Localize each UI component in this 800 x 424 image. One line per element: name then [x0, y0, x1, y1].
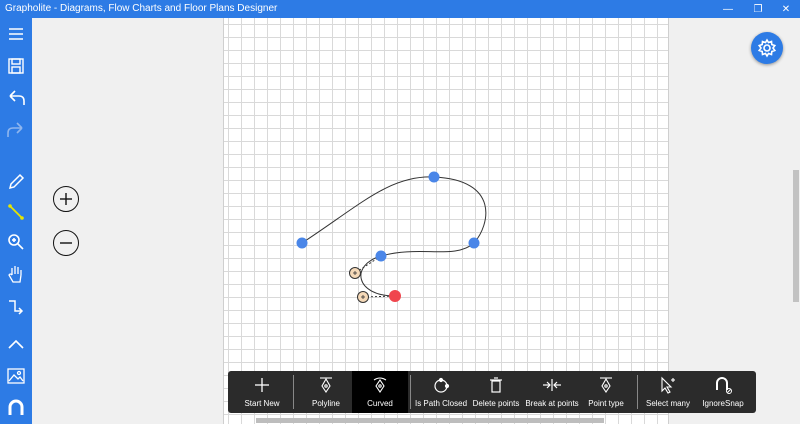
is-path-closed-button[interactable]: Is Path Closed: [414, 371, 468, 413]
curved-pen-icon: [373, 377, 387, 393]
break-at-points-button[interactable]: Break at points: [524, 371, 580, 413]
minimize-button[interactable]: —: [714, 0, 742, 18]
horizontal-scrollbar[interactable]: [32, 416, 792, 424]
toolbar-label: Polyline: [311, 399, 340, 408]
connector-icon: [9, 300, 24, 315]
toolbar-label: Break at points: [525, 399, 579, 408]
toolbar-label: Curved: [367, 399, 393, 408]
undo-button[interactable]: [4, 86, 28, 110]
point-type-icon: [600, 377, 612, 393]
curved-button[interactable]: Curved: [352, 371, 408, 413]
plus-icon: [255, 378, 269, 392]
minus-icon: [60, 242, 72, 244]
toolbar-label: IgnoreSnap: [702, 399, 744, 408]
vertical-scroll-thumb[interactable]: [793, 170, 799, 302]
save-button[interactable]: [4, 54, 28, 78]
delete-points-icon: [490, 377, 502, 393]
toolbar-label: Point type: [588, 399, 624, 408]
drawing-canvas[interactable]: [223, 18, 669, 424]
zoom-icon: [8, 234, 24, 250]
ignore-snap-button[interactable]: IgnoreSnap: [698, 371, 748, 413]
horizontal-scroll-thumb[interactable]: [256, 418, 604, 423]
zoom-tool[interactable]: [4, 230, 28, 254]
collapse-up-icon: [8, 339, 24, 349]
delete-points-button[interactable]: Delete points: [470, 371, 522, 413]
left-sidebar: [0, 18, 32, 424]
hand-pan-icon: [8, 266, 22, 283]
toolbar-divider: [293, 375, 294, 409]
line-tool[interactable]: [4, 200, 28, 224]
image-tool[interactable]: [4, 364, 28, 388]
plus-icon: [60, 193, 72, 205]
toolbar-divider: [637, 375, 638, 409]
toolbar-label: Start New: [244, 399, 280, 408]
line-tool-icon: [8, 204, 24, 220]
undo-icon: [9, 90, 25, 105]
polyline-button[interactable]: Polyline: [300, 371, 352, 413]
path-toolbar: Start New Polyline Curved Is Path Closed…: [228, 371, 756, 413]
break-points-icon: [543, 379, 561, 391]
image-icon: [7, 368, 25, 384]
redo-icon: [7, 122, 23, 137]
save-icon: [8, 58, 24, 74]
close-button[interactable]: ✕: [772, 0, 800, 18]
magnet-icon: [8, 399, 24, 415]
start-new-button[interactable]: Start New: [238, 371, 286, 413]
select-many-button[interactable]: Select many: [642, 371, 694, 413]
ignore-snap-icon: [716, 377, 732, 394]
point-type-button[interactable]: Point type: [582, 371, 630, 413]
title-bar: Grapholite - Diagrams, Flow Charts and F…: [0, 0, 800, 18]
menu-button[interactable]: [4, 22, 28, 46]
toolbar-label: Delete points: [472, 399, 520, 408]
zoom-out-button[interactable]: [53, 230, 79, 256]
pencil-tool[interactable]: [4, 170, 28, 194]
pencil-icon: [8, 173, 25, 190]
maximize-button[interactable]: ❐: [744, 0, 772, 18]
menu-icon: [9, 28, 23, 40]
select-many-icon: [661, 376, 675, 394]
connector-tool[interactable]: [4, 294, 28, 318]
collapse-up-button[interactable]: [4, 332, 28, 356]
snap-magnet-tool[interactable]: [4, 396, 28, 420]
toolbar-label: Select many: [645, 399, 691, 408]
closed-path-icon: [434, 377, 450, 393]
pan-tool[interactable]: [4, 262, 28, 286]
polyline-pen-icon: [320, 377, 332, 393]
window-title: Grapholite - Diagrams, Flow Charts and F…: [5, 3, 278, 14]
toolbar-label: Is Path Closed: [414, 399, 468, 408]
toolbar-divider: [410, 375, 411, 409]
zoom-in-button[interactable]: [53, 186, 79, 212]
vertical-scrollbar[interactable]: [792, 18, 800, 424]
settings-button[interactable]: [751, 32, 783, 64]
gear-icon: [757, 38, 777, 58]
redo-button[interactable]: [4, 118, 28, 142]
